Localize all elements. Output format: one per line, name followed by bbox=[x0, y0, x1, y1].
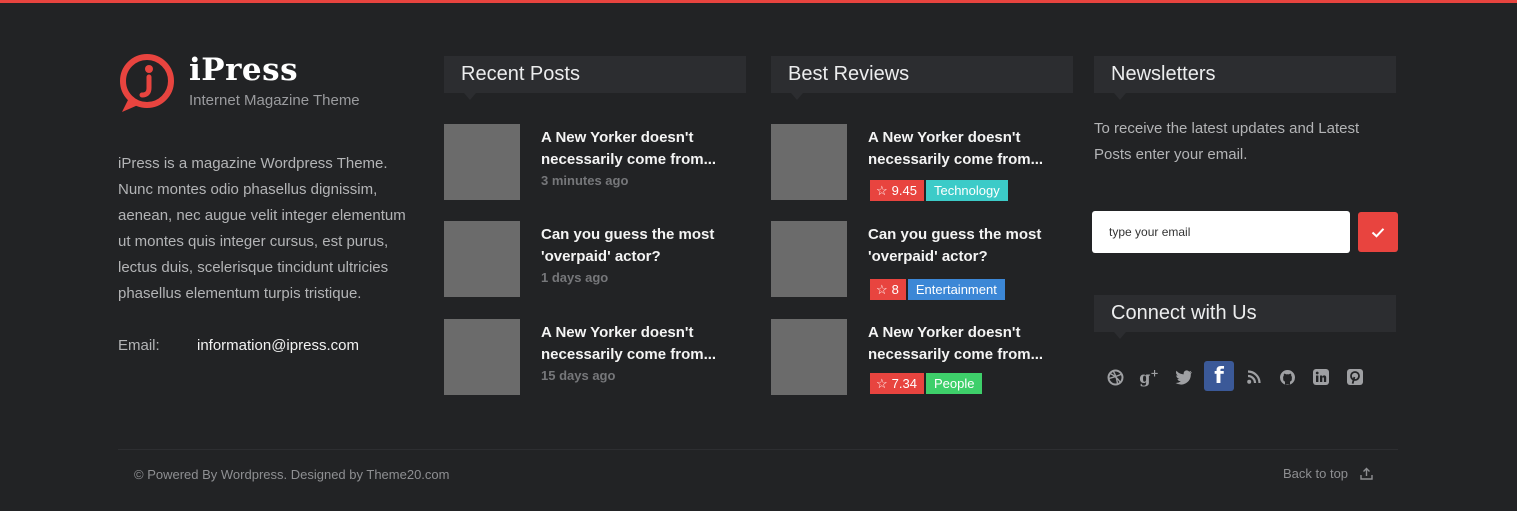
email-label: Email: bbox=[118, 337, 160, 354]
upload-icon bbox=[1359, 467, 1373, 480]
rating-value: 9.45 bbox=[891, 183, 917, 198]
check-icon bbox=[1371, 227, 1385, 238]
recent-post-item[interactable]: A New Yorker doesn't necessarily come fr… bbox=[444, 124, 749, 202]
recent-posts-title: Recent Posts bbox=[461, 63, 580, 85]
post-thumbnail[interactable] bbox=[444, 124, 520, 200]
post-time: 3 minutes ago bbox=[541, 173, 629, 188]
post-title[interactable]: Can you guess the most 'overpaid' actor? bbox=[541, 224, 751, 268]
linkedin-icon[interactable] bbox=[1307, 362, 1335, 392]
header-notch bbox=[464, 93, 476, 100]
best-reviews-header: Best Reviews bbox=[771, 56, 1073, 100]
about-text: iPress is a magazine Wordpress Theme. Nu… bbox=[118, 155, 406, 302]
rating-badge: ☆ 7.34 bbox=[870, 373, 924, 394]
post-thumbnail[interactable] bbox=[444, 319, 520, 395]
best-reviews-title: Best Reviews bbox=[788, 63, 910, 85]
recent-post-item[interactable]: Can you guess the most 'overpaid' actor?… bbox=[444, 221, 749, 299]
review-thumbnail[interactable] bbox=[771, 221, 847, 297]
review-badges: ☆ 8 Entertainment bbox=[870, 279, 1005, 300]
review-title[interactable]: Can you guess the most 'overpaid' actor? bbox=[868, 224, 1078, 268]
copyright-text: © Powered By Wordpress. Designed by Them… bbox=[134, 467, 450, 482]
post-thumbnail[interactable] bbox=[444, 221, 520, 297]
recent-posts-header: Recent Posts bbox=[444, 56, 746, 100]
newsletters-header: Newsletters bbox=[1094, 56, 1396, 100]
email-row: Email: information@ipress.com bbox=[118, 337, 359, 354]
post-time: 15 days ago bbox=[541, 368, 616, 383]
pinterest-icon[interactable] bbox=[1341, 362, 1369, 392]
header-notch bbox=[1114, 93, 1126, 100]
back-to-top-link[interactable]: Back to top bbox=[1283, 466, 1373, 481]
review-thumbnail[interactable] bbox=[771, 124, 847, 200]
newsletters-title: Newsletters bbox=[1111, 63, 1216, 85]
post-time: 1 days ago bbox=[541, 270, 609, 285]
top-accent-line bbox=[0, 0, 1517, 3]
review-item[interactable]: A New Yorker doesn't necessarily come fr… bbox=[771, 319, 1076, 397]
newsletter-email-input[interactable] bbox=[1092, 211, 1350, 253]
header-notch bbox=[791, 93, 803, 100]
twitter-icon[interactable] bbox=[1170, 362, 1198, 392]
facebook-icon[interactable]: f bbox=[1204, 361, 1234, 391]
header-notch bbox=[1114, 332, 1126, 339]
email-link[interactable]: information@ipress.com bbox=[197, 337, 359, 354]
star-icon: ☆ bbox=[876, 376, 888, 391]
post-title[interactable]: A New Yorker doesn't necessarily come fr… bbox=[541, 322, 751, 366]
review-thumbnail[interactable] bbox=[771, 319, 847, 395]
brand-tagline: Internet Magazine Theme bbox=[189, 92, 360, 109]
post-title[interactable]: A New Yorker doesn't necessarily come fr… bbox=[541, 127, 751, 171]
star-icon: ☆ bbox=[876, 183, 888, 198]
rss-icon[interactable] bbox=[1240, 362, 1268, 392]
google-plus-icon[interactable]: g+ bbox=[1135, 362, 1163, 392]
category-badge[interactable]: Entertainment bbox=[907, 279, 1005, 300]
category-badge[interactable]: Technology bbox=[925, 180, 1008, 201]
review-badges: ☆ 7.34 People bbox=[870, 373, 983, 394]
review-item[interactable]: Can you guess the most 'overpaid' actor?… bbox=[771, 221, 1078, 300]
review-title[interactable]: A New Yorker doesn't necessarily come fr… bbox=[868, 322, 1078, 366]
rating-badge: ☆ 9.45 bbox=[870, 180, 924, 201]
newsletter-text: To receive the latest updates and Latest… bbox=[1094, 120, 1360, 163]
star-icon: ☆ bbox=[876, 282, 888, 297]
newsletter-submit-button[interactable] bbox=[1358, 212, 1398, 252]
logo-icon[interactable] bbox=[118, 52, 176, 114]
dribbble-icon[interactable] bbox=[1101, 362, 1129, 392]
review-item[interactable]: A New Yorker doesn't necessarily come fr… bbox=[771, 124, 1076, 202]
rating-value: 7.34 bbox=[891, 376, 917, 391]
rating-badge: ☆ 8 bbox=[870, 279, 906, 300]
category-badge[interactable]: People bbox=[925, 373, 983, 394]
recent-post-item[interactable]: A New Yorker doesn't necessarily come fr… bbox=[444, 319, 749, 397]
review-badges: ☆ 9.45 Technology bbox=[870, 180, 1008, 201]
back-to-top-label: Back to top bbox=[1283, 466, 1349, 481]
github-icon[interactable] bbox=[1273, 362, 1301, 392]
connect-header: Connect with Us bbox=[1094, 295, 1396, 339]
brand-name[interactable]: iPress bbox=[189, 52, 298, 88]
rating-value: 8 bbox=[891, 282, 899, 297]
connect-title: Connect with Us bbox=[1111, 302, 1257, 324]
footer-divider bbox=[118, 449, 1398, 450]
review-title[interactable]: A New Yorker doesn't necessarily come fr… bbox=[868, 127, 1078, 171]
